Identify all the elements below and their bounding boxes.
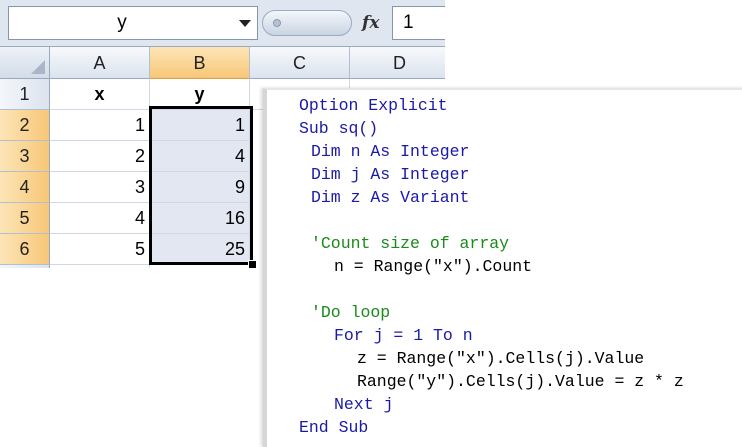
name-box-value: y bbox=[117, 12, 127, 33]
cell-a2[interactable]: 1 bbox=[50, 110, 150, 141]
row-header-1[interactable]: 1 bbox=[0, 79, 50, 110]
cell-a1[interactable]: x bbox=[50, 79, 150, 110]
code-line: Dim j As Integer bbox=[311, 165, 470, 184]
row-header-4[interactable]: 4 bbox=[0, 172, 50, 203]
select-all-button[interactable] bbox=[0, 47, 50, 79]
selection-border bbox=[149, 106, 253, 265]
formula-bar-splitter[interactable] bbox=[262, 10, 352, 36]
cell-a5[interactable]: 4 bbox=[50, 203, 150, 234]
splitter-handle-icon bbox=[273, 19, 281, 27]
fill-handle[interactable] bbox=[248, 260, 257, 268]
formula-value: 1 bbox=[403, 12, 414, 33]
code-line: z = Range("x").Cells(j).Value bbox=[357, 349, 645, 368]
code-line: 'Do loop bbox=[311, 303, 391, 322]
row-header-7[interactable] bbox=[0, 265, 50, 268]
select-all-icon bbox=[31, 60, 45, 74]
code-line: n = Range("x").Count bbox=[334, 257, 533, 276]
code-line: Next j bbox=[334, 395, 394, 414]
row-header-5[interactable]: 5 bbox=[0, 203, 50, 234]
cell-a6[interactable]: 5 bbox=[50, 234, 150, 265]
code-line: Dim z As Variant bbox=[311, 188, 470, 207]
row-header-6[interactable]: 6 bbox=[0, 234, 50, 265]
cell-a3[interactable]: 2 bbox=[50, 141, 150, 172]
formula-input[interactable]: 1 bbox=[392, 6, 445, 40]
cell-b7[interactable] bbox=[150, 265, 250, 268]
code-line: For j = 1 To n bbox=[334, 326, 473, 345]
code-line: Option Explicit bbox=[299, 96, 448, 115]
code-line: Range("y").Cells(j).Value = z * z bbox=[357, 372, 684, 391]
code-line: 'Count size of array bbox=[311, 234, 510, 253]
insert-function-icon[interactable]: fx bbox=[362, 10, 384, 36]
column-header-c[interactable]: C bbox=[250, 47, 350, 79]
column-header-b[interactable]: B bbox=[150, 47, 250, 79]
column-header-a[interactable]: A bbox=[50, 47, 150, 79]
formula-bar: y fx 1 bbox=[0, 0, 445, 47]
cell-a4[interactable]: 3 bbox=[50, 172, 150, 203]
cell-a7[interactable] bbox=[50, 265, 150, 268]
column-header-d[interactable]: D bbox=[350, 47, 445, 79]
code-line: End Sub bbox=[299, 418, 369, 437]
chevron-down-icon[interactable] bbox=[239, 20, 251, 27]
row-header-3[interactable]: 3 bbox=[0, 141, 50, 172]
code-line: Sub sq() bbox=[299, 119, 379, 138]
name-box[interactable]: y bbox=[8, 6, 258, 40]
vba-code-panel[interactable]: Option Explicit Sub sq() Dim n As Integer D… bbox=[263, 88, 742, 447]
code-line: Dim n As Integer bbox=[311, 142, 470, 161]
row-header-2[interactable]: 2 bbox=[0, 110, 50, 141]
